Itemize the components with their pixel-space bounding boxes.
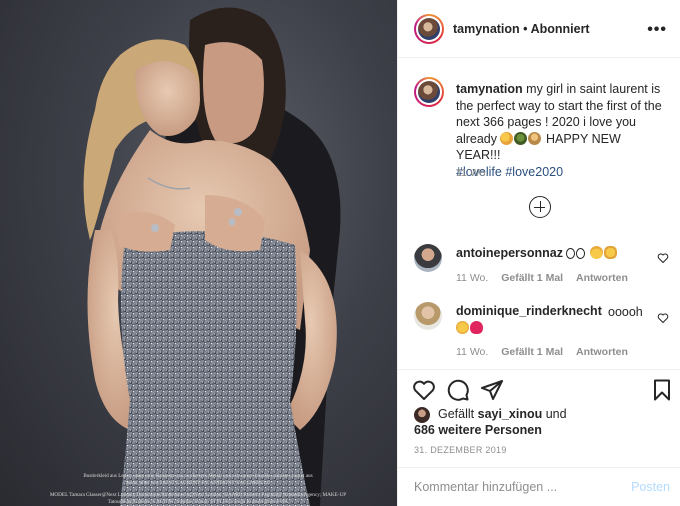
eyes-emoji-icon — [576, 248, 586, 259]
post-photo[interactable]: Bustierkleid aus Lederi, dazu eine Halsk… — [0, 0, 397, 506]
avatar[interactable] — [414, 407, 430, 423]
eyes-emoji-icon — [566, 248, 576, 259]
photo-credit-line: MODEL Tamara Glasser@Next London; Domini… — [49, 492, 347, 505]
snail-emoji-icon — [514, 131, 528, 145]
separator-dot: • — [523, 22, 528, 36]
comment-username: antoinepersonnaz — [456, 246, 618, 260]
liker-username[interactable]: sayi_xinou — [478, 407, 543, 421]
caption-text: tamynation my girl in saint laurent is t… — [456, 81, 666, 180]
likes-prefix: Gefällt — [438, 407, 475, 421]
heart-icon[interactable] — [657, 252, 669, 264]
avatar[interactable] — [414, 302, 442, 330]
heart-icon[interactable] — [412, 378, 436, 402]
paper-plane-icon[interactable] — [480, 378, 504, 402]
red-heart-emoji-icon — [470, 321, 483, 334]
comment-likes-link[interactable]: Gefällt 1 Mal — [501, 272, 563, 284]
comment-text: ooooh — [608, 305, 643, 319]
comment-timestamp: 11 Wo. — [456, 346, 489, 358]
unicorn-emoji-icon — [500, 131, 514, 145]
comment-icon[interactable] — [446, 378, 470, 402]
bookmark-icon[interactable] — [650, 378, 674, 402]
avatar[interactable] — [414, 77, 444, 107]
reply-button[interactable]: Antworten — [576, 272, 628, 284]
caption-username[interactable]: tamynation — [456, 82, 523, 96]
comment-input[interactable] — [414, 477, 624, 497]
comment-meta: 11 Wo. Gefällt 1 Mal Antworten — [456, 272, 638, 284]
heart-eyes-emoji-icon — [456, 321, 469, 334]
post-header: tamynation • Abonniert ••• — [398, 0, 680, 58]
fairy-emoji-icon — [528, 131, 542, 145]
author-username[interactable]: tamynation — [453, 22, 520, 36]
avatar[interactable] — [414, 14, 444, 44]
add-comment-bar: Posten — [398, 467, 680, 506]
caption-timestamp: 11 Wo. — [456, 167, 489, 179]
more-horizontal-icon[interactable]: ••• — [647, 21, 667, 39]
comment-likes-link[interactable]: Gefällt 1 Mal — [501, 346, 563, 358]
likes-line: Gefällt sayi_xinou und — [438, 406, 567, 422]
fashion-photo-illustration — [83, 7, 341, 506]
heart-icon[interactable] — [657, 312, 669, 324]
likes-others-link[interactable]: 686 weitere Personen — [414, 422, 542, 438]
comment-timestamp: 11 Wo. — [456, 272, 489, 284]
post-author: tamynation • Abonniert — [453, 22, 590, 36]
comment-meta: 11 Wo. Gefällt 1 Mal Antworten — [456, 346, 638, 358]
plus-circle-icon[interactable] — [529, 196, 551, 218]
avatar[interactable] — [414, 244, 442, 272]
hashtag-link[interactable]: #love2020 — [505, 165, 563, 179]
call-me-hand-emoji-icon — [603, 246, 617, 259]
follow-status[interactable]: Abonniert — [531, 22, 590, 36]
comment-username[interactable]: dominique_rinderknecht — [456, 304, 602, 318]
post-side-panel: tamynation • Abonniert ••• tamynation my… — [397, 0, 680, 506]
reply-button[interactable]: Antworten — [576, 346, 628, 358]
sunglasses-emoji-icon — [589, 246, 603, 259]
comment-emojis — [456, 320, 484, 336]
post-date: 31. DEZEMBER 2019 — [414, 445, 507, 455]
likes-conjunction: und — [545, 407, 567, 421]
post-comment-button[interactable]: Posten — [631, 480, 670, 494]
photo-credit-line: Bustierkleid aus Lederi, dazu eine Halsk… — [83, 473, 313, 486]
